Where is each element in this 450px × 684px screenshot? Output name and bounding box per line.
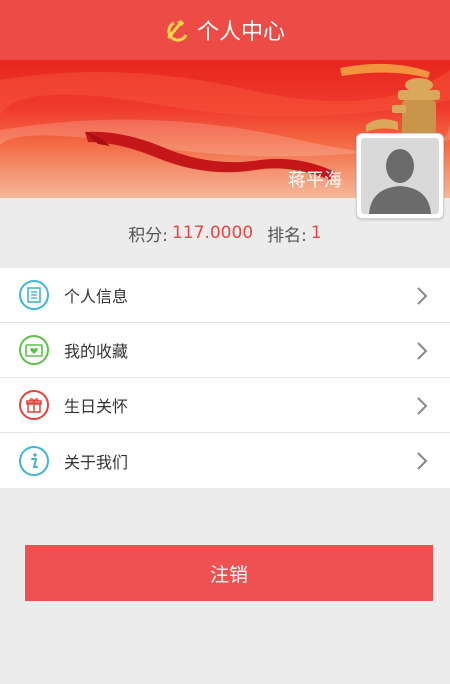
- menu-item-label: 关于我们: [64, 452, 129, 472]
- menu-item-label: 我的收藏: [64, 342, 129, 361]
- party-emblem-icon: [167, 20, 188, 42]
- menu-item-label: 生日关怀: [64, 397, 129, 416]
- info-icon: [19, 445, 49, 476]
- chevron-right-icon: [417, 287, 428, 305]
- menu-item-birthday-care[interactable]: 生日关怀: [0, 378, 450, 433]
- profile-info-icon: [19, 280, 49, 310]
- rank-label: 排名:: [267, 225, 307, 246]
- menu-item-about-us[interactable]: 关于我们: [0, 433, 450, 488]
- username: 蒋平海: [288, 170, 342, 191]
- logout-button[interactable]: 注销: [25, 545, 433, 601]
- chevron-right-icon: [417, 342, 428, 360]
- chevron-right-icon: [417, 397, 428, 415]
- points-value: 117.0000: [172, 223, 254, 243]
- menu-item-label: 个人信息: [64, 287, 129, 306]
- profile-menu: 个人信息 我的收藏 生日关怀 关于我们: [0, 268, 450, 488]
- points-label: 积分:: [128, 225, 169, 246]
- chevron-right-icon: [417, 452, 428, 470]
- user-stats: 积分: 117.0000 排名: 1: [0, 198, 450, 268]
- rank-value: 1: [310, 223, 322, 243]
- page-title: 个人中心: [196, 20, 285, 45]
- menu-item-favorites[interactable]: 我的收藏: [0, 323, 450, 378]
- menu-item-personal-info[interactable]: 个人信息: [0, 268, 450, 323]
- gift-icon: [19, 390, 49, 420]
- favorites-icon: [19, 335, 49, 365]
- app-header: 个人中心: [0, 0, 450, 60]
